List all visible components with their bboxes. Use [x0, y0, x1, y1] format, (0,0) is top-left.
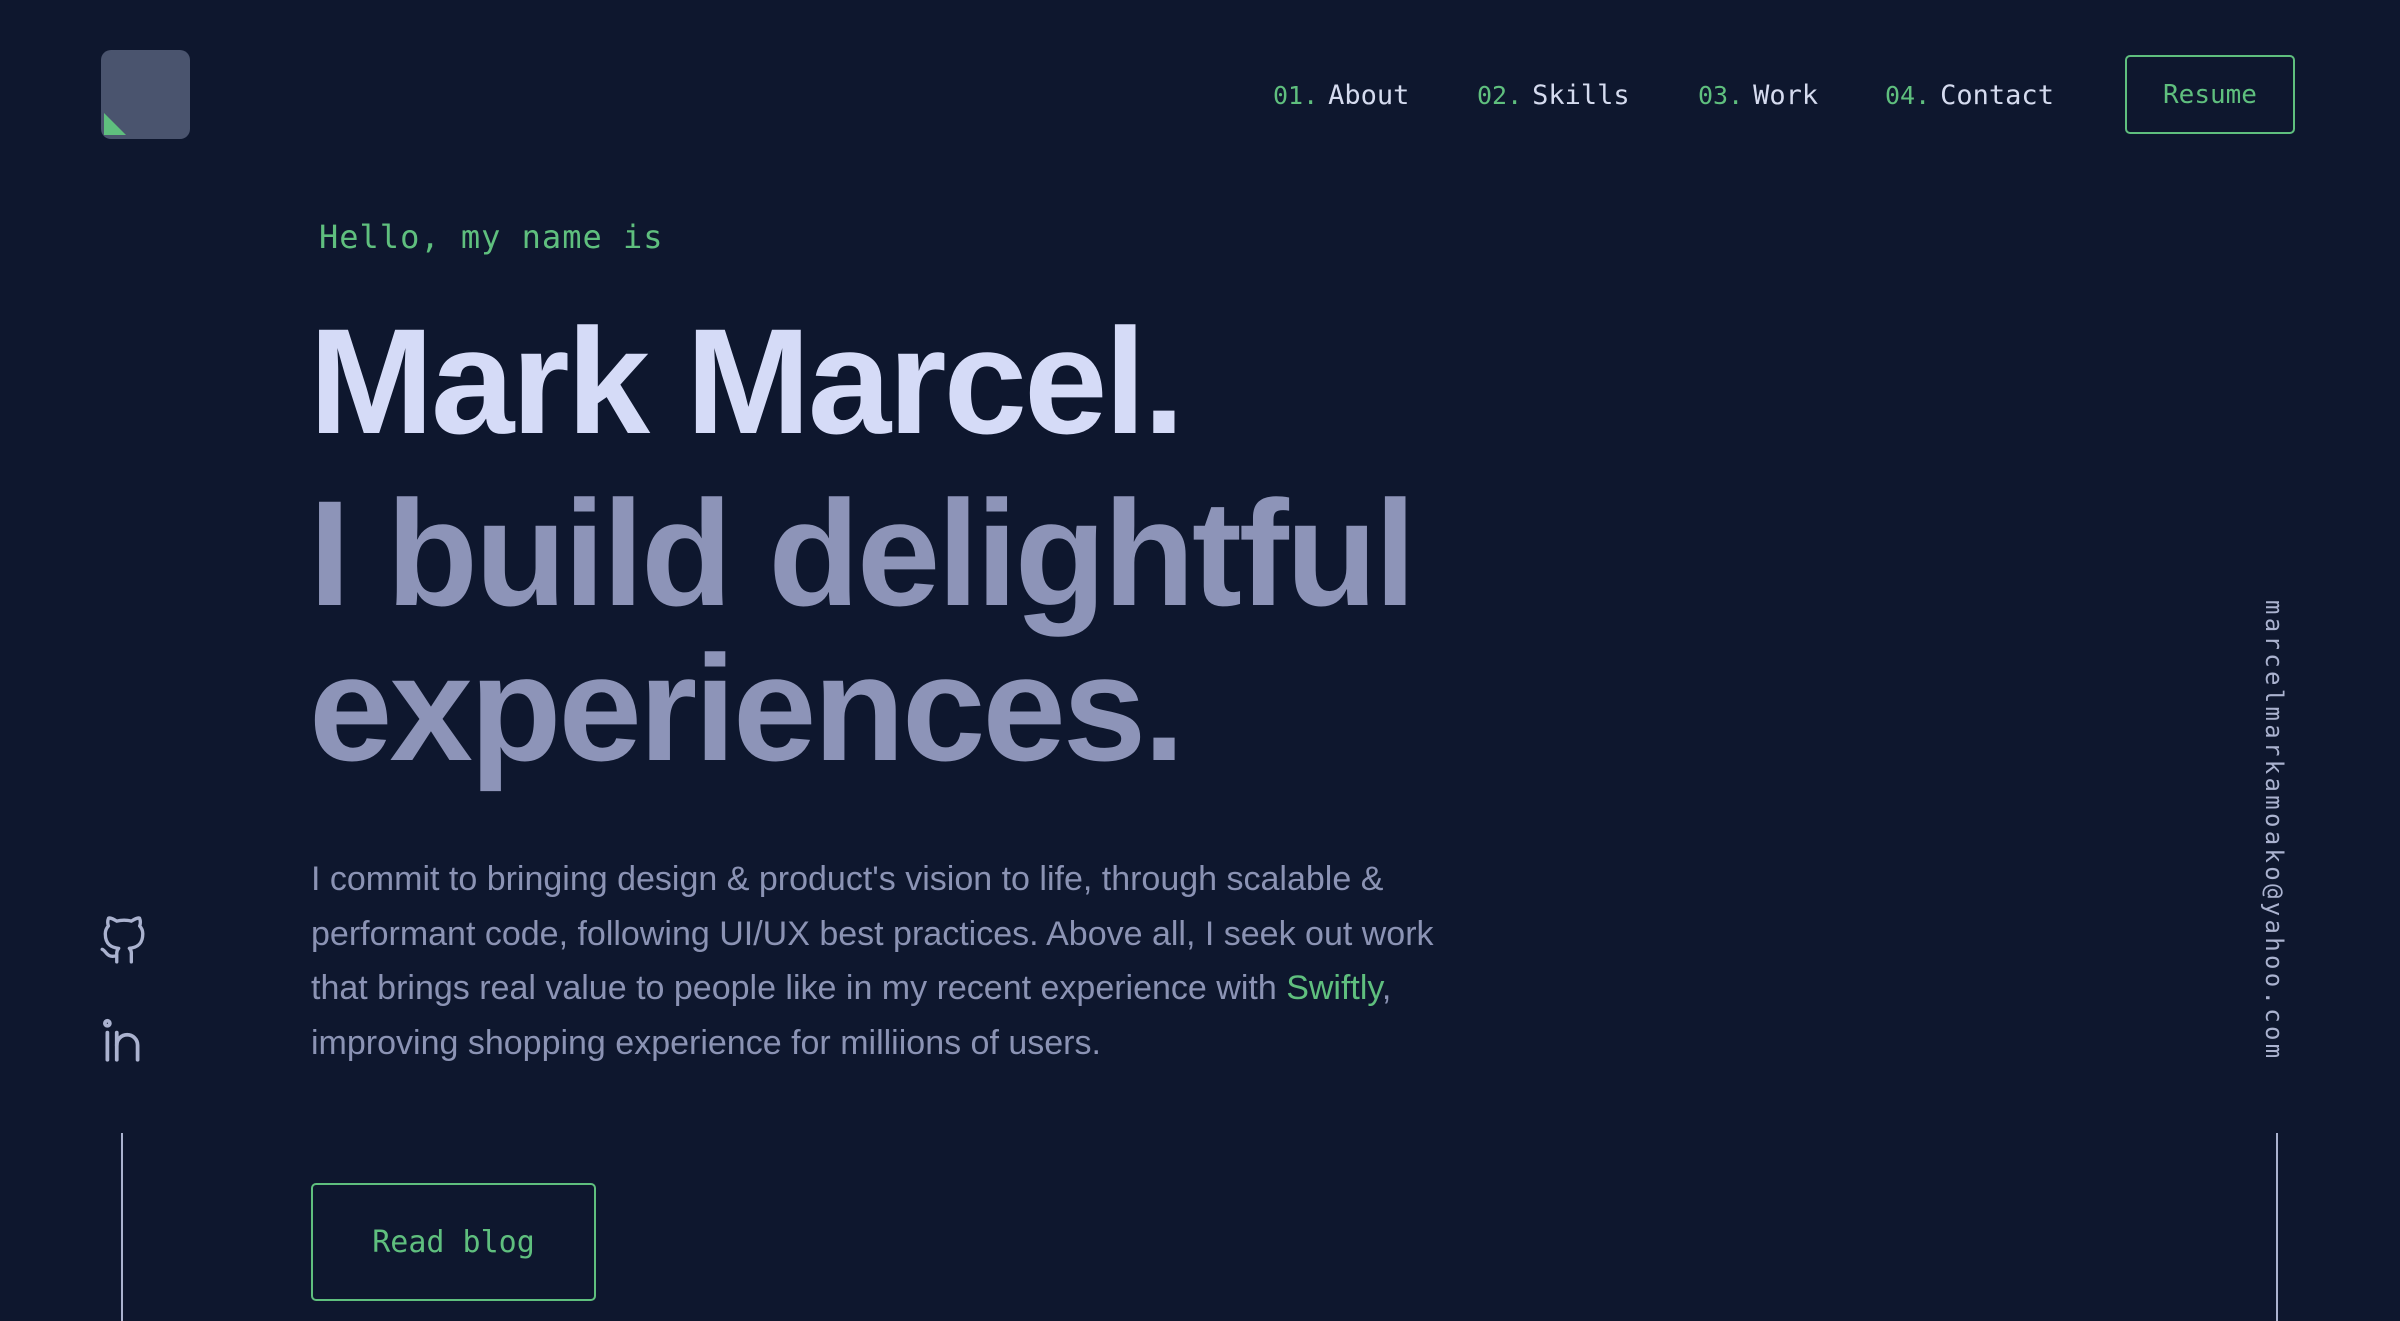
linkedin-icon[interactable]	[98, 1016, 148, 1066]
nav-item-label: Contact	[1940, 80, 2054, 111]
nav-item-number: 01.	[1273, 81, 1319, 110]
nav-item-label: About	[1328, 80, 1410, 111]
nav-item-number: 02.	[1477, 81, 1523, 110]
intro-text: I commit to bringing design & product's …	[311, 860, 1434, 1007]
email-link[interactable]: marcelmarkamoako@yahoo.com	[2260, 600, 2288, 1061]
nav-item-label: Work	[1753, 80, 1819, 111]
nav-item-number: 03.	[1698, 81, 1744, 110]
logo-corner-accent	[104, 113, 126, 135]
right-divider-line	[2276, 1133, 2278, 1321]
hero-tagline: I build delightful experiences.	[309, 469, 1416, 792]
resume-button[interactable]: Resume	[2125, 55, 2295, 134]
main-nav: 01. About 02. Skills 03. Work 04. Contact	[0, 76, 2400, 116]
nav-item-about[interactable]: 01. About	[1273, 76, 1409, 116]
nav-item-work[interactable]: 03. Work	[1698, 76, 1818, 116]
nav-item-label: Skills	[1532, 80, 1630, 111]
greeting-text: Hello, my name is	[319, 218, 664, 256]
read-blog-button[interactable]: Read blog	[311, 1183, 596, 1301]
github-icon[interactable]	[98, 916, 148, 966]
nav-item-contact[interactable]: 04. Contact	[1885, 76, 2054, 116]
left-divider-line	[121, 1133, 123, 1321]
swiftly-link[interactable]: Swiftly	[1286, 969, 1382, 1007]
nav-item-number: 04.	[1885, 81, 1931, 110]
hero-name: Mark Marcel.	[309, 297, 1185, 465]
nav-item-skills[interactable]: 02. Skills	[1477, 76, 1630, 116]
intro-paragraph: I commit to bringing design & product's …	[311, 852, 1461, 1070]
